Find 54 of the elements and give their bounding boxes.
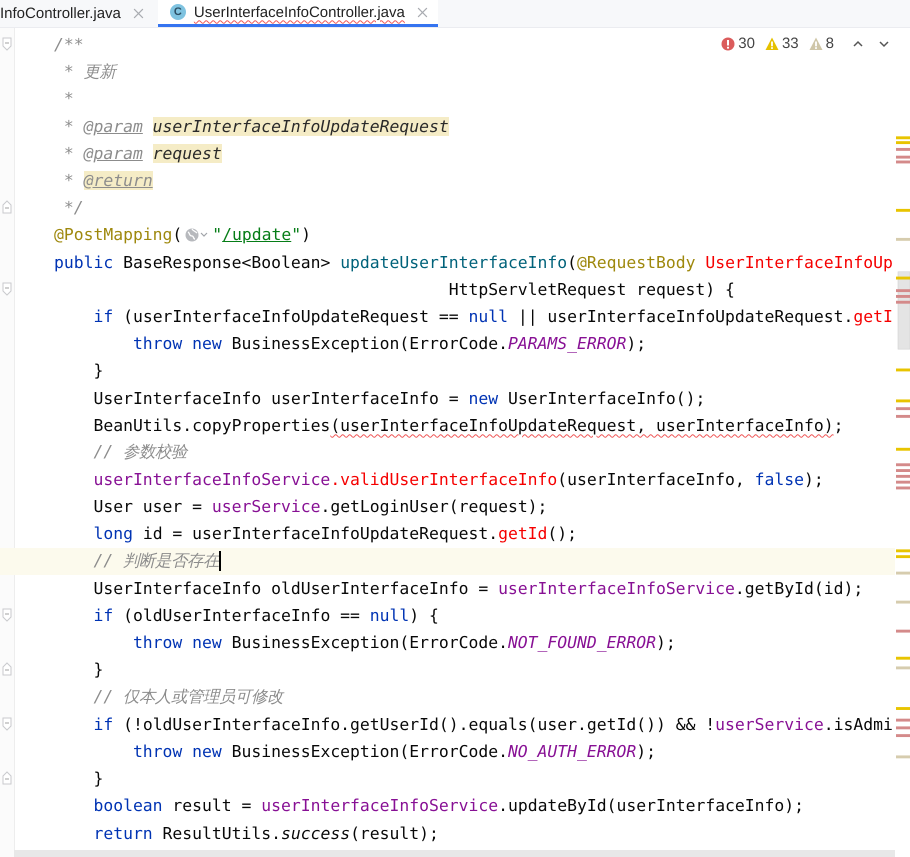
code-text: ( — [172, 225, 182, 244]
code-line: * 更新 — [62, 60, 116, 83]
code-text: // 判断是否存在 — [92, 550, 220, 572]
fold-icon[interactable] — [2, 716, 12, 731]
code-line: boolean result = userInterfaceInfoService.updateById(userInterfaceInfo); — [92, 796, 804, 816]
fold-icon[interactable] — [2, 37, 12, 51]
code-text: /update — [222, 225, 292, 244]
code-line: } — [92, 361, 104, 380]
warning-icon[interactable] — [764, 36, 779, 50]
issue-count: 33 — [782, 35, 799, 52]
code-line: public BaseResponse<Boolean> updateUserInterfaceInfo(@RequestBody UserInterfaceInfoUp — [54, 252, 893, 272]
code-line: BeanUtils.copyProperties(userInterfaceInfoUpdateRequest, userInterfaceInfo); — [92, 416, 844, 435]
issue-count: 8 — [826, 35, 834, 52]
code-text: " — [291, 225, 302, 244]
code-line: return ResultUtils.success(result); — [92, 824, 439, 843]
code-line: UserInterfaceInfo userInterfaceInfo = new UserInterfaceInfo(); — [92, 388, 706, 408]
code-line: if (userInterfaceInfoUpdateRequest == null || userInterfaceInfoUpdateRequest.getI — [92, 306, 893, 326]
code-line: if (oldUserInterfaceInfo == null) { — [92, 606, 439, 626]
code-line: * @return — [62, 171, 154, 190]
editor-tab[interactable]: C UserInterfaceInfoController.java — [158, 0, 438, 27]
error-icon[interactable] — [721, 36, 736, 50]
code-line: // 仅本人或管理员可修改 — [92, 686, 284, 708]
globe-icon[interactable] — [184, 226, 210, 243]
code-line: UserInterfaceInfo oldUserInterfaceInfo = userInterfaceInfoService.getById(id); — [92, 578, 864, 598]
tab-label: InfoController.java — [0, 5, 121, 22]
weak-warning-icon[interactable] — [808, 36, 823, 50]
code-line: * @param request — [62, 144, 222, 163]
editor-tab[interactable]: InfoController.java — [0, 0, 154, 27]
close-icon[interactable] — [416, 6, 428, 18]
code-line: /** — [54, 35, 84, 54]
code-line: userInterfaceInfoService.validUserInterfaceInfo(userInterfaceInfo, false); — [92, 470, 824, 490]
code-text: ) — [301, 225, 311, 244]
code-line: } — [92, 660, 104, 680]
code-line: User user = userService.getLoginUser(request); — [92, 497, 548, 516]
code-line: */ — [62, 198, 84, 218]
class-file-icon: C — [170, 4, 186, 20]
code-line: throw new BusinessException(ErrorCode.NOT_FOUND_ERROR); — [132, 633, 676, 652]
code-text: @PostMapping — [54, 225, 172, 244]
code-line: * @param userInterfaceInfoUpdateRequest — [62, 116, 449, 136]
fold-icon[interactable] — [2, 282, 12, 296]
code-line: // 参数校验 — [92, 441, 188, 464]
fold-icon[interactable] — [2, 608, 12, 622]
code-line: if (!oldUserInterfaceInfo.getUserId().equals(user.getId()) && !userService.isAdmi — [92, 714, 893, 734]
close-icon[interactable] — [132, 8, 144, 19]
code-line: throw new BusinessException(ErrorCode.PARAMS_ERROR); — [132, 334, 646, 354]
code-line: * — [62, 89, 74, 108]
text-cursor — [219, 551, 222, 572]
tab-label: UserInterfaceInfoController.java — [194, 4, 405, 20]
code-line: HttpServletRequest request) { — [448, 280, 735, 299]
code-line: long id = userInterfaceInfoUpdateRequest.getId(); — [92, 524, 578, 544]
issue-count: 30 — [738, 35, 755, 52]
code-line: } — [92, 769, 104, 788]
code-line: throw new BusinessException(ErrorCode.NO_AUTH_ERROR); — [132, 742, 656, 761]
code-text: " — [212, 225, 222, 244]
